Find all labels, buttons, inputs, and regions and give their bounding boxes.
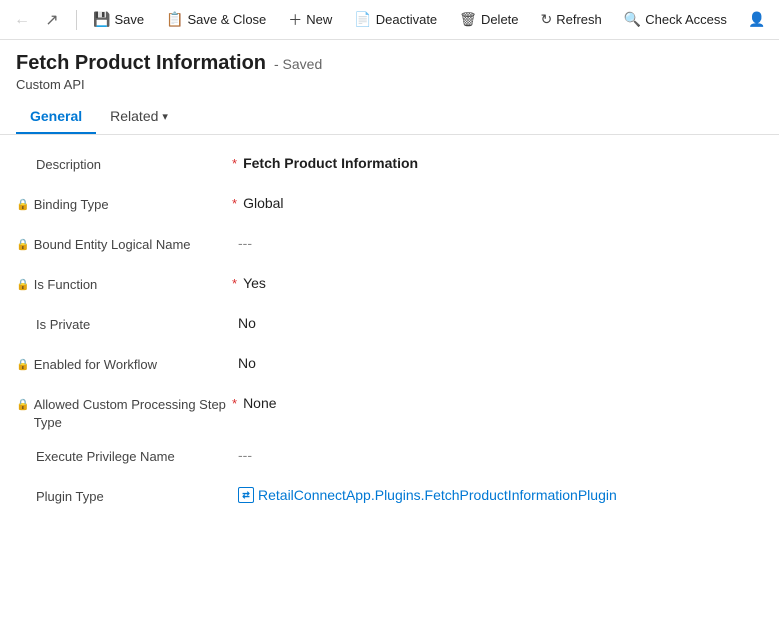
field-label-col: Plugin Type [16, 486, 226, 506]
field-label-col: 🔒 Enabled for Workflow [16, 354, 226, 374]
form-row: Is Private No [0, 307, 779, 347]
toolbar: ← ↗ 💾 Save 📋 Save & Close ＋ New 📄 Deacti… [0, 0, 779, 40]
deactivate-icon: 📄 [354, 11, 371, 28]
field-value: Fetch Product Information [243, 154, 418, 171]
new-icon: ＋ [288, 10, 302, 30]
save-close-button[interactable]: 📋 Save & Close [156, 7, 276, 32]
field-label: Execute Privilege Name [36, 448, 175, 466]
check-access-label: Check Access [645, 12, 727, 27]
plugin-type-icon: ⇄ [238, 487, 254, 503]
deactivate-label: Deactivate [376, 12, 437, 27]
check-access-button[interactable]: 🔍 Check Access [614, 7, 737, 32]
page-header: Fetch Product Information - Saved Custom… [0, 40, 779, 92]
refresh-button[interactable]: ↻ Refresh [531, 7, 612, 32]
form-row: 🔒 Allowed Custom Processing Step Type * Non… [0, 387, 779, 439]
field-label: Description [36, 156, 101, 174]
field-value: --- [238, 446, 252, 463]
field-value: Yes [243, 274, 266, 291]
form-row: 🔒 Enabled for Workflow No [0, 347, 779, 387]
field-label: Is Function [34, 276, 98, 294]
back-button[interactable]: ← [8, 6, 36, 34]
user-icon[interactable]: 👤 [743, 6, 771, 34]
save-button[interactable]: 💾 Save [83, 7, 154, 32]
separator-1 [76, 10, 77, 30]
form-row: Description * Fetch Product Information [0, 147, 779, 187]
field-label-col: 🔒 Allowed Custom Processing Step Type [16, 394, 226, 432]
field-value: No [238, 354, 256, 371]
required-star: * [232, 394, 237, 411]
required-star: * [232, 154, 237, 171]
delete-button[interactable]: 🗑 Delete [449, 7, 528, 32]
delete-icon: 🗑 [459, 11, 477, 28]
required-star: * [232, 194, 237, 211]
field-label-col: Execute Privilege Name [16, 446, 226, 466]
field-label-col: 🔒 Binding Type [16, 194, 226, 214]
field-value: Global [243, 194, 283, 211]
new-button[interactable]: ＋ New [278, 6, 342, 34]
page-subtitle: Custom API [16, 77, 763, 92]
page-title: Fetch Product Information [16, 52, 266, 75]
form-row: 🔒 Bound Entity Logical Name --- [0, 227, 779, 267]
form-row: Execute Privilege Name --- [0, 439, 779, 479]
chevron-down-icon: ▾ [162, 110, 168, 123]
field-value: None [243, 394, 276, 411]
delete-label: Delete [481, 12, 519, 27]
lock-icon: 🔒 [16, 358, 30, 371]
field-label-col: 🔒 Bound Entity Logical Name [16, 234, 226, 254]
refresh-icon: ↻ [541, 11, 553, 28]
form-row: 🔒 Binding Type * Global [0, 187, 779, 227]
form-row: 🔒 Is Function * Yes [0, 267, 779, 307]
save-close-icon: 📋 [166, 11, 183, 28]
forward-button[interactable]: ↗ [38, 6, 66, 34]
deactivate-button[interactable]: 📄 Deactivate [344, 7, 447, 32]
field-value[interactable]: ⇄RetailConnectApp.Plugins.FetchProductIn… [238, 486, 617, 503]
field-value: No [238, 314, 256, 331]
field-label-col: 🔒 Is Function [16, 274, 226, 294]
title-row: Fetch Product Information - Saved [16, 52, 763, 75]
field-label: Is Private [36, 316, 90, 334]
lock-icon: 🔒 [16, 238, 30, 251]
lock-icon: 🔒 [16, 278, 30, 291]
field-label-col: Is Private [16, 314, 226, 334]
tabs-container: General Related ▾ [0, 92, 779, 134]
lock-icon: 🔒 [16, 198, 30, 211]
field-label: Plugin Type [36, 488, 104, 506]
form-section: Description * Fetch Product Information 🔒 Bi… [0, 135, 779, 519]
check-access-icon: 🔍 [624, 11, 641, 28]
save-label: Save [114, 12, 144, 27]
tab-general[interactable]: General [16, 100, 96, 134]
refresh-label: Refresh [556, 12, 602, 27]
field-label: Enabled for Workflow [34, 356, 157, 374]
field-label: Allowed Custom Processing Step Type [34, 396, 226, 432]
lock-icon: 🔒 [16, 398, 30, 411]
field-value: --- [238, 234, 252, 251]
tab-related[interactable]: Related ▾ [96, 100, 182, 134]
required-star: * [232, 274, 237, 291]
field-label-col: Description [16, 154, 226, 174]
field-label: Bound Entity Logical Name [34, 236, 191, 254]
saved-status: - Saved [274, 56, 322, 72]
field-label: Binding Type [34, 196, 109, 214]
save-icon: 💾 [93, 11, 110, 28]
save-close-label: Save & Close [188, 12, 267, 27]
new-label: New [306, 12, 332, 27]
nav-buttons: ← ↗ [8, 6, 66, 34]
form-row: Plugin Type ⇄RetailConnectApp.Plugins.Fet… [0, 479, 779, 519]
